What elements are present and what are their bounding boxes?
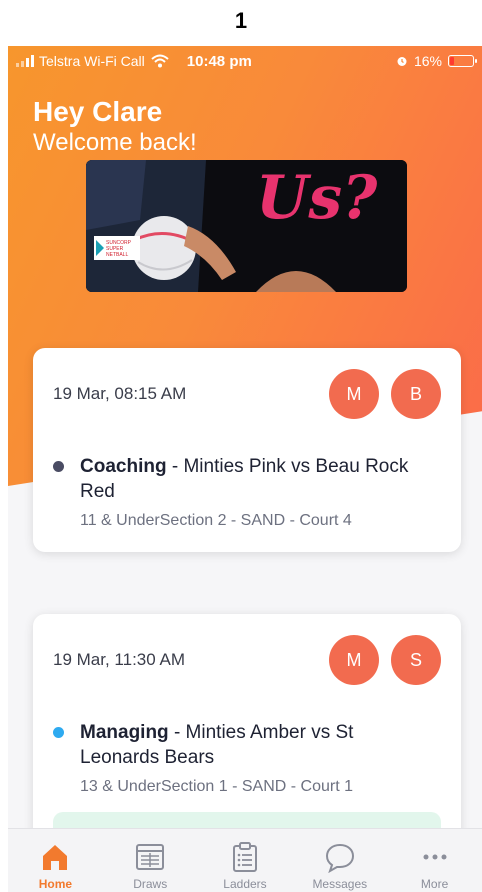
tab-ladders[interactable]: Ladders: [198, 829, 293, 892]
phone-screen: Telstra Wi-Fi Call 10:48 pm 16% Hey Clar…: [8, 46, 482, 892]
status-dot: [53, 461, 64, 472]
event-title: Managing - Minties Amber vs St Leonards …: [80, 720, 430, 770]
event-details: 13 & UnderSection 1 - SAND - Court 1: [80, 778, 354, 795]
event-date: 19 Mar, 08:15 AM: [53, 384, 187, 403]
battery-percent: 16%: [413, 53, 442, 69]
promo-banner[interactable]: Us? SUNCORP SUPER NETBALL: [86, 160, 407, 292]
tab-messages[interactable]: Messages: [292, 829, 387, 892]
tab-label: Ladders: [223, 877, 267, 891]
status-time: 10:48 pm: [186, 52, 252, 70]
event-role: Coaching: [80, 456, 167, 477]
carrier-name: Telstra Wi-Fi Call: [39, 53, 145, 69]
event-details: 11 & UnderSection 2 - SAND - Court 4: [80, 512, 352, 529]
alarm-icon: [397, 57, 407, 66]
tab-label: Home: [38, 877, 73, 891]
event-title: Coaching - Minties Pink vs Beau Rock Red: [80, 454, 430, 504]
banner-headline: Us?: [256, 163, 378, 233]
status-right: 16%: [396, 53, 477, 69]
tab-home[interactable]: Home: [8, 829, 103, 892]
status-dot: [53, 727, 64, 738]
greeting: Hey Clare Welcome back!: [33, 96, 197, 158]
banner-image: Us? SUNCORP SUPER NETBALL: [86, 160, 407, 292]
page-label: 1: [234, 8, 248, 33]
banner-logo-line-3: NETBALL: [106, 252, 128, 258]
avatar[interactable]: M: [329, 369, 379, 419]
avatar[interactable]: B: [391, 369, 441, 419]
tab-label: Messages: [312, 877, 368, 891]
signal-icon: [16, 55, 34, 67]
status-bar: Telstra Wi-Fi Call 10:48 pm 16%: [8, 46, 482, 76]
tab-more[interactable]: More: [387, 829, 482, 892]
more-icon: [423, 854, 447, 860]
avatar[interactable]: M: [329, 635, 379, 685]
tab-bar: Home Draws Ladders Messages More: [8, 828, 482, 892]
home-icon: [43, 845, 68, 870]
tab-label: Draws: [133, 877, 168, 891]
tab-draws[interactable]: Draws: [103, 829, 198, 892]
tab-label: More: [420, 877, 449, 891]
greeting-title: Hey Clare: [33, 96, 163, 127]
screenshot-page: 1 Telstra Wi-Fi Call 10:48 pm 16% Hey Cl…: [0, 0, 482, 892]
event-card[interactable]: 19 Mar, 08:15 AM M B Coaching - Minties …: [33, 348, 461, 552]
battery-icon: [448, 55, 477, 67]
avatar[interactable]: S: [391, 635, 441, 685]
event-date: 19 Mar, 11:30 AM: [53, 650, 185, 669]
messages-icon: [325, 843, 354, 873]
wifi-icon: [151, 54, 169, 68]
ladders-icon: [232, 842, 257, 872]
greeting-subtitle: Welcome back!: [33, 129, 197, 156]
event-role: Managing: [80, 722, 169, 743]
draws-icon: [136, 844, 165, 870]
